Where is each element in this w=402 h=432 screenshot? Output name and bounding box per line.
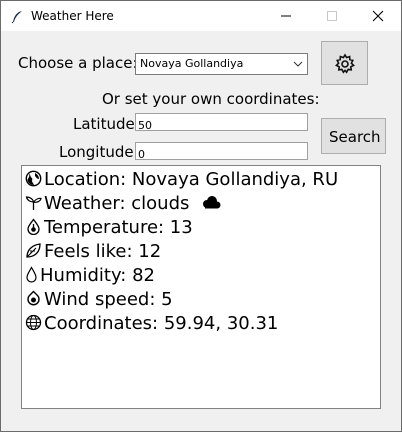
minimize-button[interactable] — [263, 1, 309, 31]
wind-icon — [25, 290, 42, 307]
thermometer-drop-icon — [25, 218, 42, 235]
wind-speed-line: Wind speed: 5 — [25, 289, 173, 313]
longitude-input[interactable] — [136, 146, 307, 163]
droplet-icon — [25, 266, 38, 283]
own-coordinates-label: Or set your own coordinates: — [102, 90, 320, 108]
maximize-icon — [327, 11, 337, 21]
close-icon — [372, 10, 384, 22]
gear-icon — [335, 53, 355, 74]
location-line: Location: Novaya Gollandiya, RU — [25, 169, 338, 193]
feels-like-line: Feels like: 12 — [25, 241, 161, 265]
chevron-down-icon — [293, 61, 303, 67]
title-bar[interactable]: Weather Here — [1, 1, 401, 31]
longitude-label: Longitude: — [59, 143, 139, 161]
temperature-text: Temperature: 13 — [44, 217, 193, 238]
minimize-icon — [281, 15, 291, 17]
coordinates-text: Coordinates: 59.94, 30.31 — [44, 313, 279, 334]
window-title: Weather Here — [31, 9, 114, 23]
close-button[interactable] — [355, 1, 401, 31]
latitude-field-frame — [135, 113, 308, 134]
app-window: Weather Here Choose a place: Novaya Goll… — [0, 0, 402, 432]
latitude-label: Latitude: — [73, 115, 140, 133]
place-dropdown-value: Novaya Gollandiya — [140, 57, 244, 70]
place-dropdown[interactable]: Novaya Gollandiya — [135, 53, 308, 75]
search-button-label: Search — [329, 128, 381, 146]
choose-place-label: Choose a place: — [18, 54, 138, 72]
temperature-line: Temperature: 13 — [25, 217, 193, 241]
feather-icon — [11, 9, 25, 24]
sprout-icon — [25, 194, 42, 211]
globe-icon — [25, 170, 42, 187]
humidity-text: Humidity: 82 — [40, 265, 155, 286]
location-text: Location: Novaya Gollandiya, RU — [44, 169, 339, 190]
weather-text: Weather: clouds — [44, 193, 190, 214]
humidity-line: Humidity: 82 — [25, 265, 155, 289]
weather-output-panel[interactable]: Location: Novaya Gollandiya, RU Weather:… — [21, 165, 381, 409]
latitude-input[interactable] — [136, 117, 307, 134]
grid-globe-icon — [25, 314, 42, 331]
longitude-field-frame — [135, 142, 308, 163]
weather-line: Weather: clouds — [25, 193, 224, 217]
leaf-icon — [25, 242, 42, 259]
maximize-button[interactable] — [309, 1, 355, 31]
coordinates-line: Coordinates: 59.94, 30.31 — [25, 313, 278, 337]
wind-speed-text: Wind speed: 5 — [44, 289, 173, 310]
settings-button[interactable] — [321, 41, 368, 85]
feels-like-text: Feels like: 12 — [44, 241, 162, 262]
clouds-icon — [200, 194, 222, 211]
search-button[interactable]: Search — [321, 118, 386, 154]
